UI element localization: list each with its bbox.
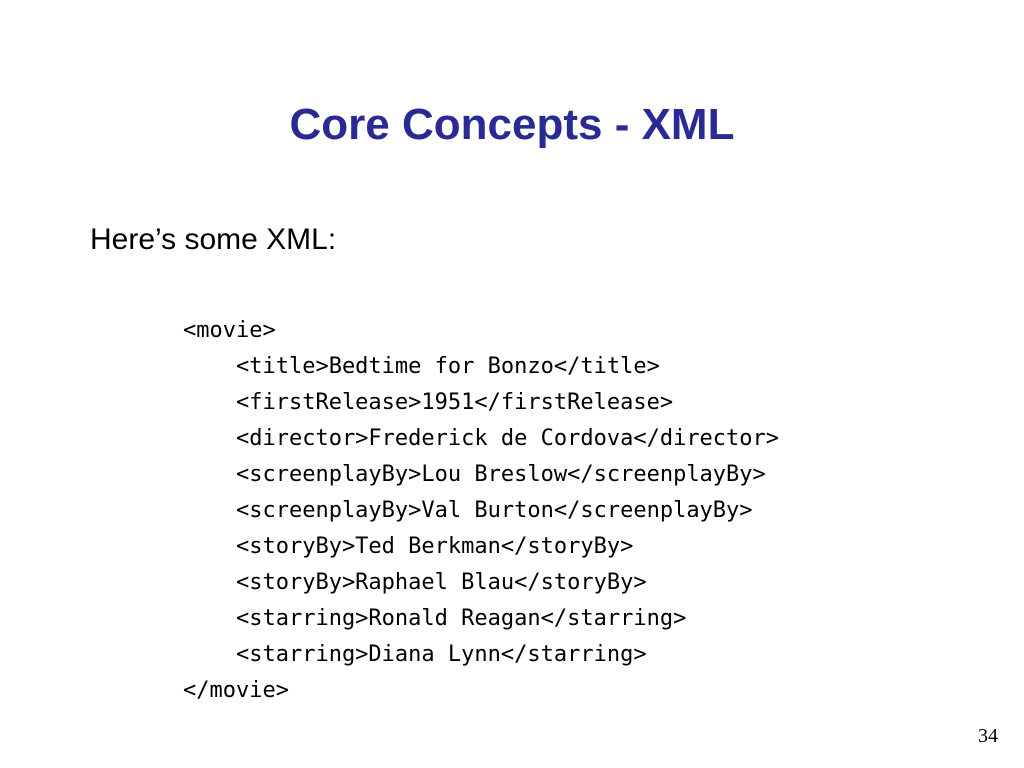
intro-text: Here’s some XML: <box>90 223 336 257</box>
xml-code-block: <movie> <title>Bedtime for Bonzo</title>… <box>183 313 779 709</box>
page-number: 34 <box>978 725 998 748</box>
slide-title: Core Concepts - XML <box>0 100 1024 150</box>
slide: Core Concepts - XML Here’s some XML: <mo… <box>0 0 1024 768</box>
